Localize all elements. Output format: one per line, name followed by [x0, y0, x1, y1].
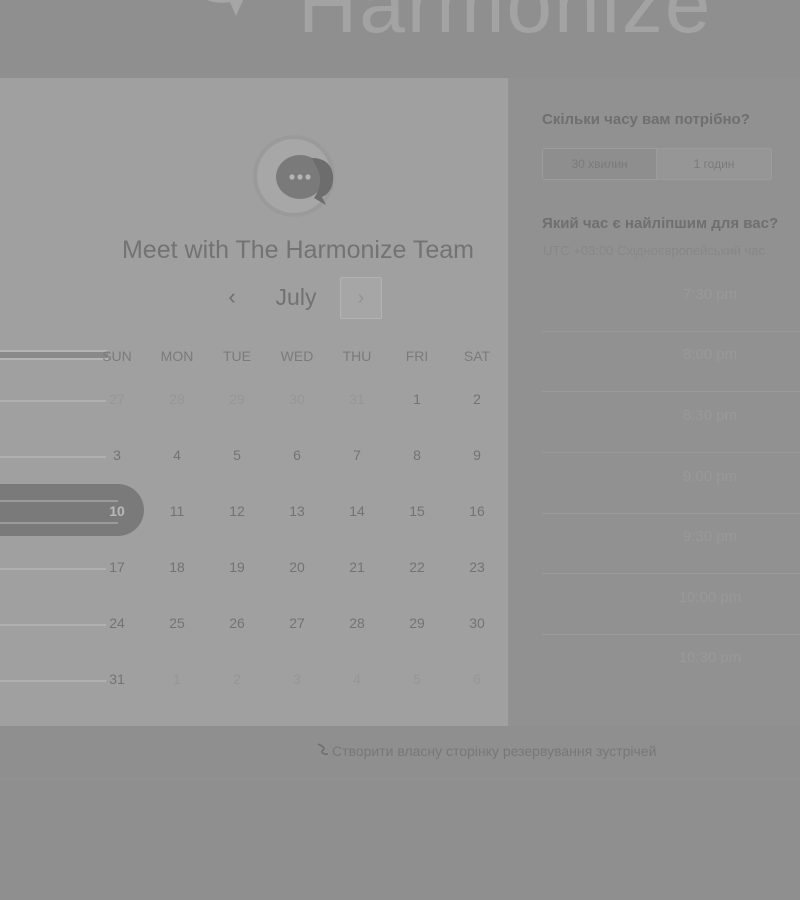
calendar-day-outside: 3	[293, 671, 301, 687]
divider	[0, 456, 106, 458]
calendar-day[interactable]: 15	[397, 503, 437, 519]
calendar-day-outside: 6	[473, 671, 481, 687]
create-booking-page-label: Створити власну сторінку резервування зу…	[332, 743, 657, 759]
calendar-day[interactable]: 4	[157, 447, 197, 463]
calendar-day[interactable]: 18	[157, 559, 197, 575]
calendar-day[interactable]: 27	[277, 615, 317, 631]
divider	[0, 680, 106, 682]
calendar-day[interactable]: 26	[217, 615, 257, 631]
time-slot-label: 7:30 pm	[682, 286, 738, 303]
calendar-day-outside: 31	[349, 391, 365, 407]
time-question: Який час є найліпшим для вас?	[542, 215, 779, 232]
calendar-day[interactable]: 12	[217, 503, 257, 519]
prev-month-button[interactable]: ‹	[216, 282, 248, 314]
weekday-sat: SAT	[463, 348, 491, 364]
top-bar: Harmonize	[0, 0, 800, 78]
time-slot-label: 8:00 pm	[682, 346, 738, 363]
calendar-day[interactable]: 6	[277, 447, 317, 463]
calendar-day[interactable]: 19	[217, 559, 257, 575]
chat-bubble-icon	[207, 0, 244, 16]
calendar-day-selected[interactable]: 10	[97, 503, 137, 519]
month-navigation: ‹ July ›	[216, 277, 386, 320]
divider	[0, 624, 106, 626]
timezone-label[interactable]: UTC +03:00 Східноєвропейський час	[543, 243, 765, 258]
weekday-thu: THU	[342, 348, 372, 364]
calendar-day[interactable]: 13	[277, 503, 317, 519]
calendar-day[interactable]: 11	[157, 503, 197, 519]
page-title: Meet with The Harmonize Team	[121, 236, 474, 264]
time-slot-label: 9:30 pm	[682, 528, 738, 545]
scribble-icon	[316, 742, 332, 759]
time-slot[interactable]: 8:00 pm	[542, 332, 800, 392]
duration-60-button[interactable]: 1 годин	[657, 149, 771, 179]
weekday-tue: TUE	[223, 348, 251, 364]
calendar-day[interactable]: 23	[457, 559, 497, 575]
calendar-day[interactable]: 2	[457, 391, 497, 407]
create-booking-page-link[interactable]: Створити власну сторінку резервування зу…	[316, 742, 656, 759]
time-slot[interactable]: 9:30 pm	[542, 514, 800, 574]
brand-name: Harmonize	[298, 0, 713, 50]
weekday-mon: MON	[160, 348, 194, 364]
calendar-day[interactable]: 28	[337, 615, 377, 631]
calendar-day[interactable]: 8	[397, 447, 437, 463]
duration-30-button[interactable]: 30 хвилин	[543, 149, 657, 179]
calendar-day-outside: 27	[109, 391, 125, 407]
divider	[0, 400, 106, 402]
calendar-day[interactable]: 1	[397, 391, 437, 407]
duration-question: Скільки часу вам потрібно?	[542, 111, 750, 128]
calendar-day[interactable]: 3	[97, 447, 137, 463]
time-slot[interactable]: 7:30 pm	[542, 272, 800, 332]
calendar-day-outside: 1	[173, 671, 181, 687]
calendar-day-outside: 5	[413, 671, 421, 687]
calendar-day[interactable]: 14	[337, 503, 377, 519]
weekday-sun: SUN	[102, 348, 132, 364]
calendar-day[interactable]: 24	[97, 615, 137, 631]
calendar-day-outside: 28	[169, 391, 185, 407]
divider	[0, 568, 106, 570]
chat-bubble-icon	[276, 155, 334, 205]
time-slot-label: 10:30 pm	[678, 649, 742, 666]
calendar-day-outside: 30	[289, 391, 305, 407]
calendar-day[interactable]: 31	[97, 671, 137, 687]
calendar-day[interactable]: 9	[457, 447, 497, 463]
calendar-day[interactable]: 5	[217, 447, 257, 463]
duration-selector: 30 хвилин 1 годин	[542, 148, 772, 180]
calendar-day[interactable]: 25	[157, 615, 197, 631]
time-slot-label: 10:00 pm	[678, 589, 742, 606]
time-slot[interactable]: 10:30 pm	[542, 635, 800, 695]
calendar-day[interactable]: 22	[397, 559, 437, 575]
calendar-day[interactable]: 21	[337, 559, 377, 575]
month-label: July	[275, 284, 317, 310]
calendar-day[interactable]: 7	[337, 447, 377, 463]
calendar-day[interactable]: 29	[397, 615, 437, 631]
calendar-day[interactable]: 30	[457, 615, 497, 631]
calendar-day[interactable]: 20	[277, 559, 317, 575]
calendar-day-outside: 2	[233, 671, 241, 687]
next-month-button[interactable]: ›	[340, 277, 382, 319]
time-slot-label: 8:30 pm	[682, 407, 738, 424]
weekday-fri: FRI	[405, 348, 429, 364]
calendar-day[interactable]: 17	[97, 559, 137, 575]
time-slot[interactable]: 8:30 pm	[542, 393, 800, 453]
calendar-day-outside: 4	[353, 671, 361, 687]
time-slot[interactable]: 10:00 pm	[542, 575, 800, 635]
time-slot-label: 9:00 pm	[682, 468, 738, 485]
weekday-wed: WED	[280, 348, 314, 364]
time-slot[interactable]: 9:00 pm	[542, 454, 800, 514]
calendar-day-outside: 29	[229, 391, 245, 407]
calendar-day[interactable]: 16	[457, 503, 497, 519]
